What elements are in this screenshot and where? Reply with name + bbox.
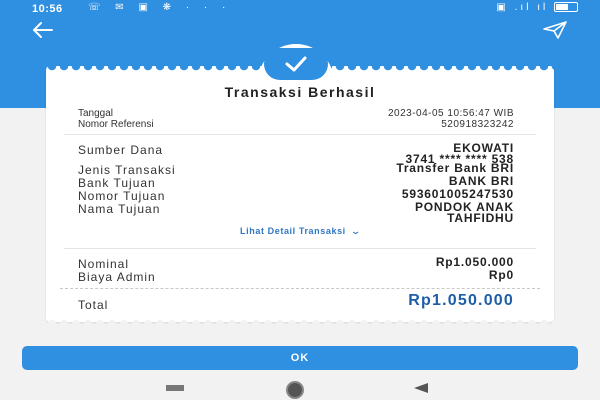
battery-icon	[554, 2, 578, 13]
detail-value: BANK BRI	[448, 174, 514, 188]
send-icon	[543, 21, 567, 39]
transaction-title: Transaksi Berhasil	[224, 84, 376, 100]
detail-value: PONDOK ANAK TAHFIDHU	[415, 201, 514, 225]
back-button[interactable]	[30, 20, 58, 40]
total-label: Total	[78, 298, 109, 312]
nominal-value: Rp1.050.000	[435, 255, 514, 269]
reference-value: 520918323242	[441, 119, 514, 130]
total-separator	[60, 288, 540, 289]
system-back-button[interactable]	[414, 383, 428, 393]
divider	[64, 248, 536, 249]
detail-link-label: Lihat Detail Transaksi	[240, 226, 346, 236]
detail-label: Bank Tujuan	[78, 176, 156, 190]
total-value: Rp1.050.000	[408, 292, 514, 309]
status-bar: 10:56 ☏ ✉ ▣ ❋ · · · ▣ .ıl ıl	[0, 0, 600, 20]
detail-label: Nomor Tujuan	[78, 189, 166, 203]
admin-fee-label: Biaya Admin	[78, 270, 156, 284]
reference-label: Nomor Referensi	[78, 119, 154, 130]
detail-label: Sumber Dana	[78, 143, 164, 157]
detail-label: Jenis Transaksi	[78, 163, 176, 177]
checkmark-icon	[285, 56, 307, 72]
signal-icon: ▣ .ıl ıl	[496, 2, 549, 13]
success-check	[264, 48, 328, 80]
recipient-name-line2: TAHFIDHU	[447, 211, 514, 225]
detail-value: Transfer Bank BRI	[396, 161, 514, 175]
home-button[interactable]	[286, 381, 304, 399]
recents-button[interactable]	[166, 385, 184, 391]
detail-label: Nama Tujuan	[78, 202, 161, 216]
divider	[64, 134, 536, 135]
admin-fee-value: Rp0	[488, 268, 514, 282]
detail-value: 593601005247530	[401, 187, 514, 201]
view-transaction-detail-link[interactable]: Lihat Detail Transaksi ⌄	[46, 226, 554, 237]
system-navbar	[0, 376, 600, 400]
ok-button[interactable]: OK	[22, 346, 578, 370]
arrow-left-icon	[33, 22, 53, 38]
date-label: Tanggal	[78, 108, 114, 119]
date-value: 2023-04-05 10:56:47 WIB	[387, 108, 514, 119]
chevron-down-icon: ⌄	[350, 226, 362, 236]
signal-icons: ▣ .ıl ıl	[496, 2, 578, 13]
status-time: 10:56	[32, 3, 63, 15]
nominal-label: Nominal	[78, 257, 130, 271]
receipt-scallop-bottom	[46, 316, 554, 324]
share-button[interactable]	[542, 20, 570, 40]
notification-icons: ☏ ✉ ▣ ❋ · · ·	[88, 2, 232, 13]
